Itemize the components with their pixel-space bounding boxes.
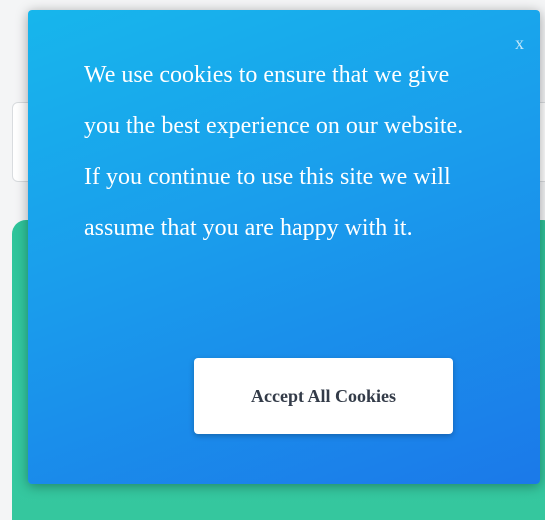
cookie-consent-popup: x We use cookies to ensure that we give … xyxy=(28,10,540,484)
cookie-message: We use cookies to ensure that we give yo… xyxy=(84,62,464,241)
accept-all-cookies-button[interactable]: Accept All Cookies xyxy=(194,358,453,434)
close-icon[interactable]: x xyxy=(515,34,524,52)
